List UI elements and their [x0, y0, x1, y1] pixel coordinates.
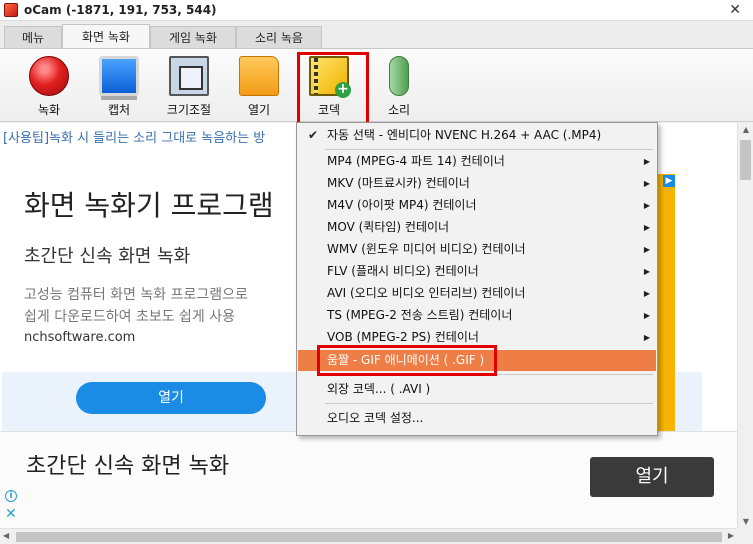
submenu-arrow-icon: ▶	[643, 179, 650, 188]
menu-item-mov[interactable]: MOV (퀵타임) 컨테이너 ▶	[298, 217, 656, 238]
menu-item-ts[interactable]: TS (MPEG-2 전송 스트림) 컨테이너 ▶	[298, 305, 656, 326]
menu-separator	[325, 149, 653, 150]
toolbar: 녹화 캡처 크기조절 열기 코덱 소리	[0, 48, 753, 122]
menu-separator	[325, 403, 653, 404]
menu-item-mp4[interactable]: MP4 (MPEG-4 파트 14) 컨테이너 ▶	[298, 151, 656, 172]
capture-button[interactable]: 캡처	[86, 53, 152, 119]
menu-item-avi-label: AVI (오디오 비디오 인터리브) 컨테이너	[327, 286, 526, 300]
checkmark-icon: ✔	[308, 128, 319, 142]
ad-url[interactable]: nchsoftware.com	[24, 330, 135, 345]
menu-item-flv[interactable]: FLV (플래시 비디오) 컨테이너 ▶	[298, 261, 656, 282]
submenu-arrow-icon: ▶	[643, 267, 650, 276]
tab-game-record[interactable]: 게임 녹화	[150, 26, 236, 49]
app-icon	[4, 3, 18, 17]
horizontal-scroll-thumb[interactable]	[16, 532, 722, 542]
open-label: 열기	[247, 103, 271, 117]
menu-item-flv-label: FLV (플래시 비디오) 컨테이너	[327, 264, 479, 278]
submenu-arrow-icon: ▶	[643, 289, 650, 298]
resize-button[interactable]: 크기조절	[156, 53, 222, 119]
menu-item-avi[interactable]: AVI (오디오 비디오 인터리브) 컨테이너 ▶	[298, 283, 656, 304]
menu-item-mkv[interactable]: MKV (마트료시카) 컨테이너 ▶	[298, 173, 656, 194]
ad-open-button[interactable]: 열기	[76, 382, 266, 414]
menu-item-audio-codec[interactable]: 오디오 코덱 설정...	[298, 408, 656, 429]
codec-menu: ✔ 자동 선택 - 엔비디아 NVENC H.264 + AAC (.MP4) …	[296, 122, 658, 436]
vertical-scrollbar[interactable]: ▲ ▼	[737, 123, 753, 528]
microphone-icon	[389, 56, 409, 96]
resize-label: 크기조절	[166, 103, 212, 117]
vertical-scroll-thumb[interactable]	[740, 140, 751, 180]
bottom-ad-open-button[interactable]: 열기	[590, 457, 714, 497]
ad-description-line-2: 쉽게 다운로드하여 초보도 쉽게 사용	[24, 309, 235, 325]
tab-bar: 메뉴 화면 녹화 게임 녹화 소리 녹음	[0, 21, 753, 50]
menu-item-auto-select[interactable]: ✔ 자동 선택 - 엔비디아 NVENC H.264 + AAC (.MP4)	[298, 125, 656, 146]
menu-item-external-label: 외장 코덱... ( .AVI )	[327, 382, 431, 396]
title-bar: oCam (-1871, 191, 753, 544) ✕	[0, 0, 753, 21]
capture-label: 캡처	[107, 103, 131, 117]
submenu-arrow-icon: ▶	[643, 245, 650, 254]
record-label: 녹화	[37, 103, 61, 117]
close-window-icon[interactable]: ✕	[729, 0, 741, 21]
scroll-left-icon[interactable]: ◀	[3, 531, 9, 540]
open-button[interactable]: 열기	[226, 53, 292, 119]
ad-subtitle: 초간단 신속 화면 녹화	[24, 246, 191, 267]
monitor-icon	[99, 56, 139, 96]
ad-description-line-1: 고성능 컴퓨터 화면 녹화 프로그램으로	[24, 287, 248, 303]
menu-item-m4v[interactable]: M4V (아이팟 MP4) 컨테이너 ▶	[298, 195, 656, 216]
usage-tip[interactable]: [사용팁]녹화 시 들리는 소리 그대로 녹음하는 방	[3, 127, 265, 146]
ad-close-icon[interactable]: ✕	[5, 506, 17, 522]
record-icon	[29, 56, 69, 96]
menu-item-auto-label: 자동 선택 - 엔비디아 NVENC H.264 + AAC (.MP4)	[327, 128, 602, 142]
sound-label: 소리	[387, 103, 411, 117]
menu-item-audio-label: 오디오 코덱 설정...	[327, 411, 424, 425]
ad-choices-icon[interactable]: ▶	[663, 175, 675, 187]
tab-screen-record[interactable]: 화면 녹화	[62, 24, 150, 50]
submenu-arrow-icon: ▶	[643, 333, 650, 342]
ad-side-strip	[655, 174, 675, 452]
tab-sound-record[interactable]: 소리 녹음	[236, 26, 322, 49]
menu-item-mkv-label: MKV (마트료시카) 컨테이너	[327, 176, 470, 190]
submenu-arrow-icon: ▶	[643, 157, 650, 166]
bottom-ad-title: 초간단 신속 화면 녹화	[26, 454, 230, 479]
folder-icon	[239, 56, 279, 96]
menu-item-external-codec[interactable]: 외장 코덱... ( .AVI )	[298, 379, 656, 400]
tab-menu[interactable]: 메뉴	[4, 26, 62, 49]
submenu-arrow-icon: ▶	[643, 311, 650, 320]
menu-item-ts-label: TS (MPEG-2 전송 스트림) 컨테이너	[327, 308, 513, 322]
scrollbar-corner	[737, 528, 753, 544]
menu-item-mov-label: MOV (퀵타임) 컨테이너	[327, 220, 450, 234]
window-title: oCam (-1871, 191, 753, 544)	[24, 3, 217, 17]
menu-item-wmv-label: WMV (윈도우 미디어 비디오) 컨테이너	[327, 242, 526, 256]
menu-item-wmv[interactable]: WMV (윈도우 미디어 비디오) 컨테이너 ▶	[298, 239, 656, 260]
menu-item-vob-label: VOB (MPEG-2 PS) 컨테이너	[327, 330, 479, 344]
scroll-up-icon[interactable]: ▲	[738, 125, 753, 134]
horizontal-scrollbar[interactable]: ◀ ▶	[0, 528, 737, 544]
resize-icon	[169, 56, 209, 96]
scroll-right-icon[interactable]: ▶	[728, 531, 734, 540]
menu-item-m4v-label: M4V (아이팟 MP4) 컨테이너	[327, 198, 477, 212]
gif-callout-box	[317, 345, 497, 376]
scroll-down-icon[interactable]: ▼	[738, 517, 753, 526]
bottom-ad-banner[interactable]: 초간단 신속 화면 녹화 열기 i ✕	[0, 431, 737, 528]
codec-callout-box	[297, 52, 369, 125]
menu-item-mp4-label: MP4 (MPEG-4 파트 14) 컨테이너	[327, 154, 505, 168]
record-button[interactable]: 녹화	[16, 53, 82, 119]
ad-info-icon[interactable]: i	[5, 490, 17, 502]
submenu-arrow-icon: ▶	[643, 223, 650, 232]
ad-title: 화면 녹화기 프로그램	[24, 189, 274, 222]
sound-button[interactable]: 소리	[366, 53, 432, 119]
submenu-arrow-icon: ▶	[643, 201, 650, 210]
